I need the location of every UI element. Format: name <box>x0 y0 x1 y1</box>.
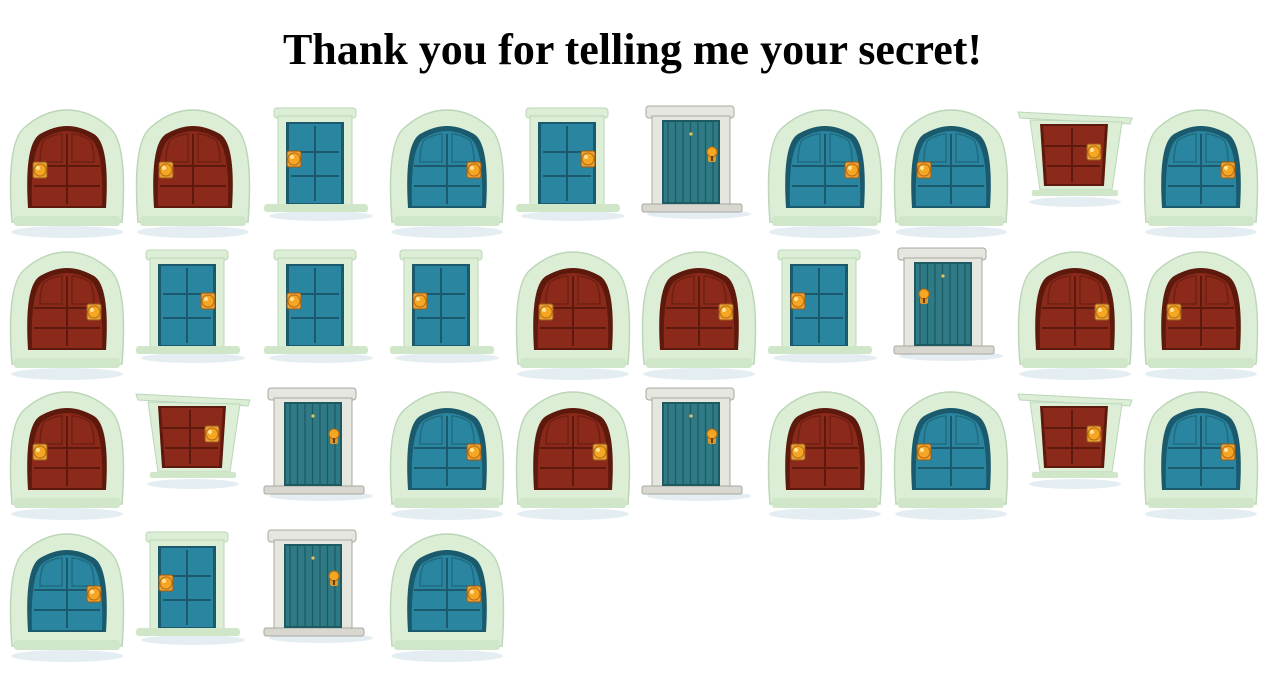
door-red-arch[interactable] <box>510 386 636 524</box>
door-icon <box>767 109 883 238</box>
door-icon <box>768 249 877 363</box>
door-blue-rect[interactable] <box>510 104 636 242</box>
door-icon <box>9 391 125 520</box>
door-icon <box>515 251 631 380</box>
door-grid <box>0 104 1265 677</box>
door-icon <box>264 249 373 363</box>
door-icon <box>135 393 251 489</box>
door-red-arch[interactable] <box>762 386 888 524</box>
door-red-arch[interactable] <box>1138 246 1264 384</box>
door-red-arch[interactable] <box>4 386 130 524</box>
door-red-arch[interactable] <box>636 246 762 384</box>
door-icon <box>515 391 631 520</box>
door-red-trap[interactable] <box>1012 386 1138 524</box>
door-blue-arch[interactable] <box>888 104 1014 242</box>
door-icon <box>263 529 373 643</box>
door-icon <box>1017 251 1133 380</box>
door-teal-plank[interactable] <box>888 246 1014 384</box>
door-icon <box>641 251 757 380</box>
door-red-arch[interactable] <box>4 246 130 384</box>
door-icon <box>9 109 125 238</box>
door-red-arch[interactable] <box>1012 246 1138 384</box>
door-blue-rect[interactable] <box>258 246 384 384</box>
door-blue-arch[interactable] <box>384 528 510 666</box>
door-red-arch[interactable] <box>130 104 256 242</box>
door-teal-plank[interactable] <box>258 528 384 666</box>
door-blue-arch[interactable] <box>1138 386 1264 524</box>
door-icon <box>641 387 751 501</box>
door-icon <box>767 391 883 520</box>
door-icon <box>136 249 245 363</box>
door-icon <box>390 249 499 363</box>
door-blue-arch[interactable] <box>762 104 888 242</box>
door-blue-rect[interactable] <box>762 246 888 384</box>
door-blue-rect[interactable] <box>384 246 510 384</box>
page-title: Thank you for telling me your secret! <box>282 25 983 74</box>
door-blue-arch[interactable] <box>4 528 130 666</box>
door-blue-arch[interactable] <box>384 104 510 242</box>
door-teal-plank[interactable] <box>636 104 762 242</box>
door-blue-rect[interactable] <box>130 528 256 666</box>
door-red-trap[interactable] <box>130 386 256 524</box>
door-blue-arch[interactable] <box>888 386 1014 524</box>
door-icon <box>1017 393 1133 489</box>
door-icon <box>264 107 373 221</box>
door-icon <box>136 531 245 645</box>
door-icon <box>389 109 505 238</box>
door-icon <box>389 391 505 520</box>
door-blue-rect[interactable] <box>130 246 256 384</box>
door-icon <box>641 105 751 219</box>
door-icon <box>9 533 125 662</box>
door-icon <box>1017 111 1133 207</box>
door-icon <box>1143 251 1259 380</box>
door-icon <box>1143 391 1259 520</box>
door-blue-rect[interactable] <box>258 104 384 242</box>
door-blue-arch[interactable] <box>384 386 510 524</box>
door-red-arch[interactable] <box>4 104 130 242</box>
door-icon <box>1143 109 1259 238</box>
door-icon <box>135 109 251 238</box>
door-icon <box>389 533 505 662</box>
door-icon <box>893 109 1009 238</box>
door-icon <box>263 387 373 501</box>
door-blue-arch[interactable] <box>1138 104 1264 242</box>
door-teal-plank[interactable] <box>636 386 762 524</box>
door-icon <box>9 251 125 380</box>
door-icon <box>516 107 625 221</box>
door-teal-plank[interactable] <box>258 386 384 524</box>
door-icon <box>893 391 1009 520</box>
door-icon <box>893 247 1003 361</box>
door-red-trap[interactable] <box>1012 104 1138 242</box>
door-red-arch[interactable] <box>510 246 636 384</box>
